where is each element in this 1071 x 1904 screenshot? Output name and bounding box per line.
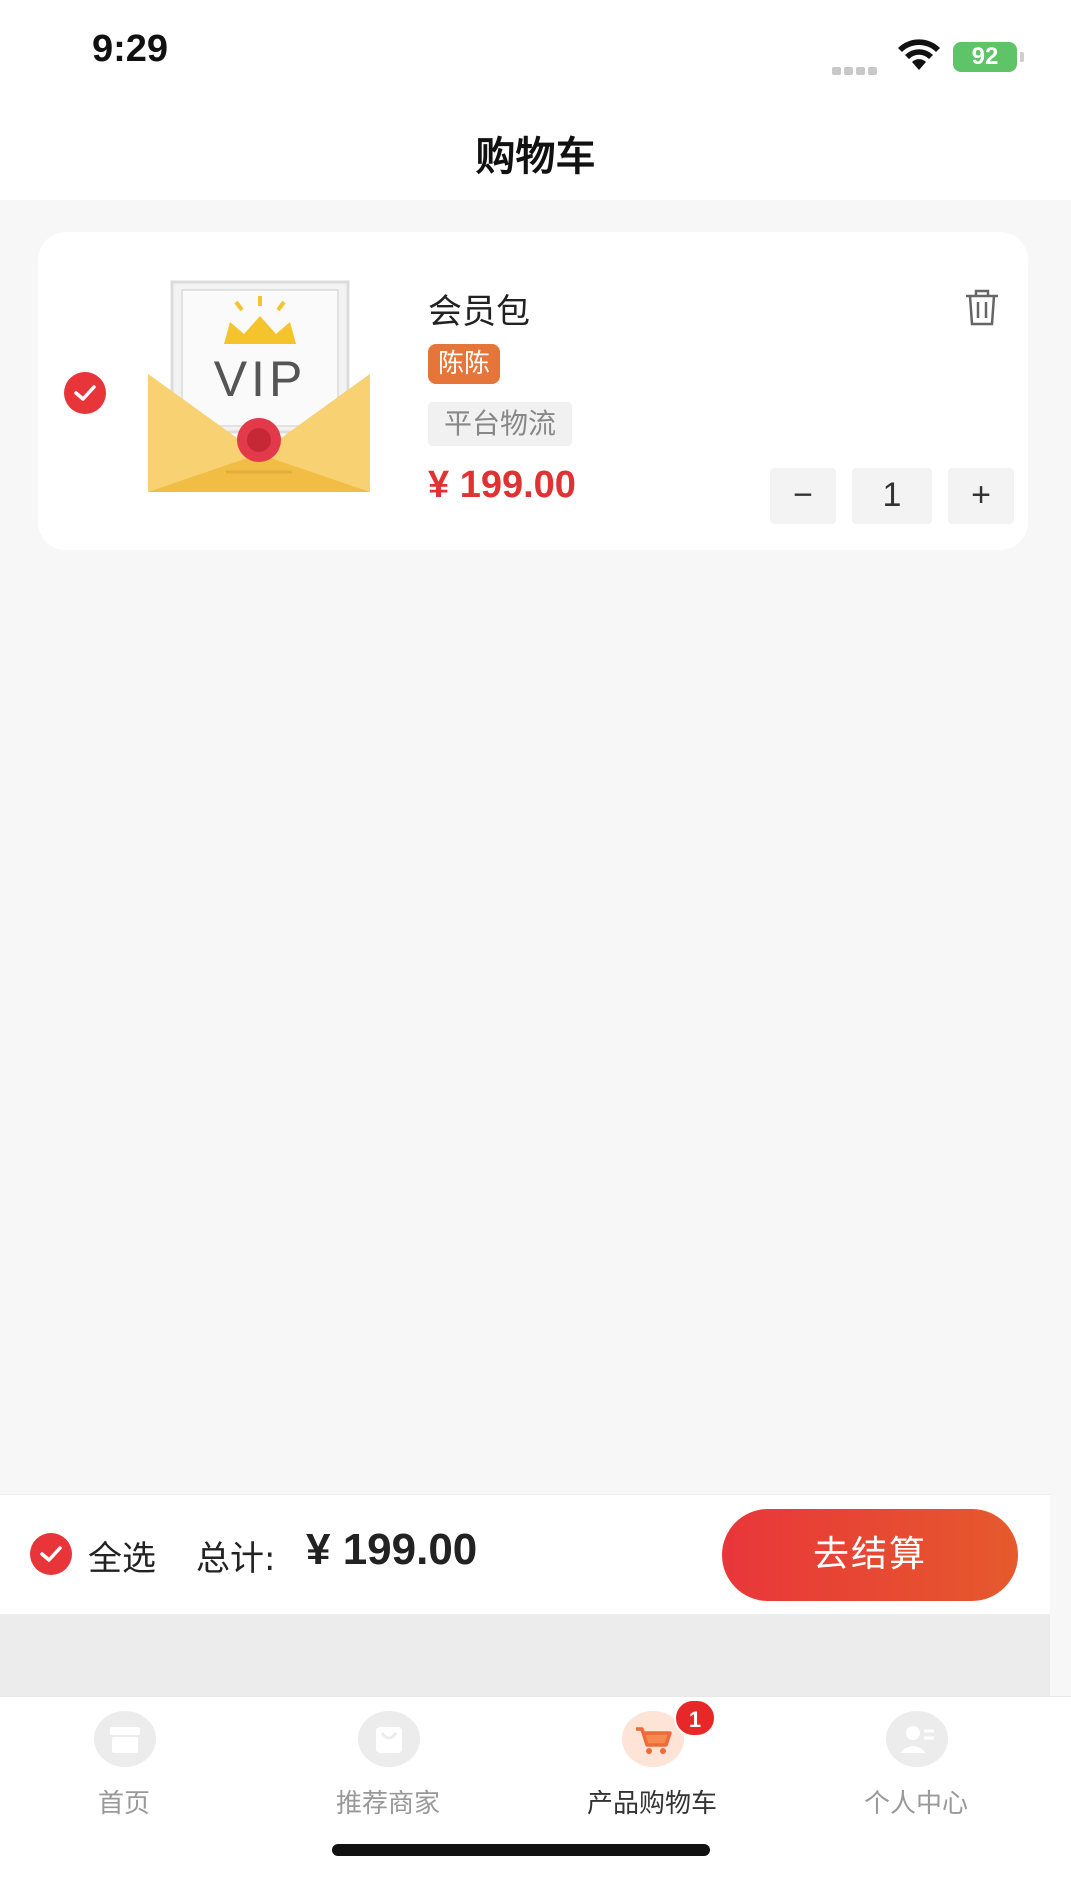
nav-bar: 购物车 (0, 100, 1071, 200)
shipping-tag: 平台物流 (428, 402, 573, 446)
status-time: 9:29 (92, 28, 169, 70)
cart-count-badge: 1 (674, 1699, 716, 1737)
decrease-quantity-button[interactable]: − (770, 468, 836, 524)
increase-quantity-button[interactable]: + (948, 468, 1014, 524)
user-profile-icon (886, 1711, 948, 1767)
checkout-bar: 全选 总计: ¥ 199.00 去结算 (0, 1494, 1050, 1614)
total-label: 总计: (196, 1539, 276, 1579)
tab-label: 个人中心 (863, 1789, 968, 1819)
page-title: 购物车 (475, 134, 596, 180)
item-checkbox[interactable] (64, 372, 106, 414)
item-name[interactable]: 会员包 (428, 284, 530, 333)
divider (0, 1614, 1050, 1696)
cellular-signal-icon (832, 60, 884, 75)
quantity-field[interactable]: 1 (852, 468, 932, 524)
select-all-label[interactable]: 全选 (88, 1531, 156, 1580)
total-value: ¥ 199.00 (306, 1525, 478, 1574)
status-bar: 9:29 92 (0, 0, 1071, 100)
shopping-bag-icon (358, 1711, 420, 1767)
tab-recommended-merchants[interactable]: 推荐商家 (278, 1711, 498, 1831)
check-icon (74, 385, 96, 401)
battery-icon: 92 (953, 42, 1024, 72)
trash-icon[interactable] (964, 288, 1000, 326)
tab-label: 产品购物车 (586, 1789, 717, 1819)
tab-label: 推荐商家 (335, 1789, 440, 1819)
merchant-tag: 陈陈 (428, 344, 501, 384)
tab-home[interactable]: 首页 (14, 1711, 234, 1831)
thumbnail-text: VIP (214, 351, 307, 407)
tab-bar: 首页 推荐商家 1 产品购物车 个人中心 (0, 1696, 1071, 1904)
vip-envelope-icon[interactable]: VIP (144, 274, 374, 496)
select-all-checkbox[interactable] (30, 1533, 72, 1575)
tab-cart[interactable]: 1 产品购物车 (542, 1699, 762, 1831)
wifi-icon (898, 39, 940, 70)
home-indicator (332, 1844, 710, 1856)
storefront-icon (94, 1711, 156, 1767)
cart-item-card: VIP 会员包 陈陈 平台物流 ¥ 199.00 − 1 + (38, 232, 1028, 550)
item-price: ¥ 199.00 (428, 464, 576, 506)
tab-profile[interactable]: 个人中心 (806, 1711, 1026, 1831)
checkout-button[interactable]: 去结算 (722, 1509, 1018, 1601)
tab-label: 首页 (97, 1789, 150, 1819)
check-icon (40, 1546, 62, 1562)
